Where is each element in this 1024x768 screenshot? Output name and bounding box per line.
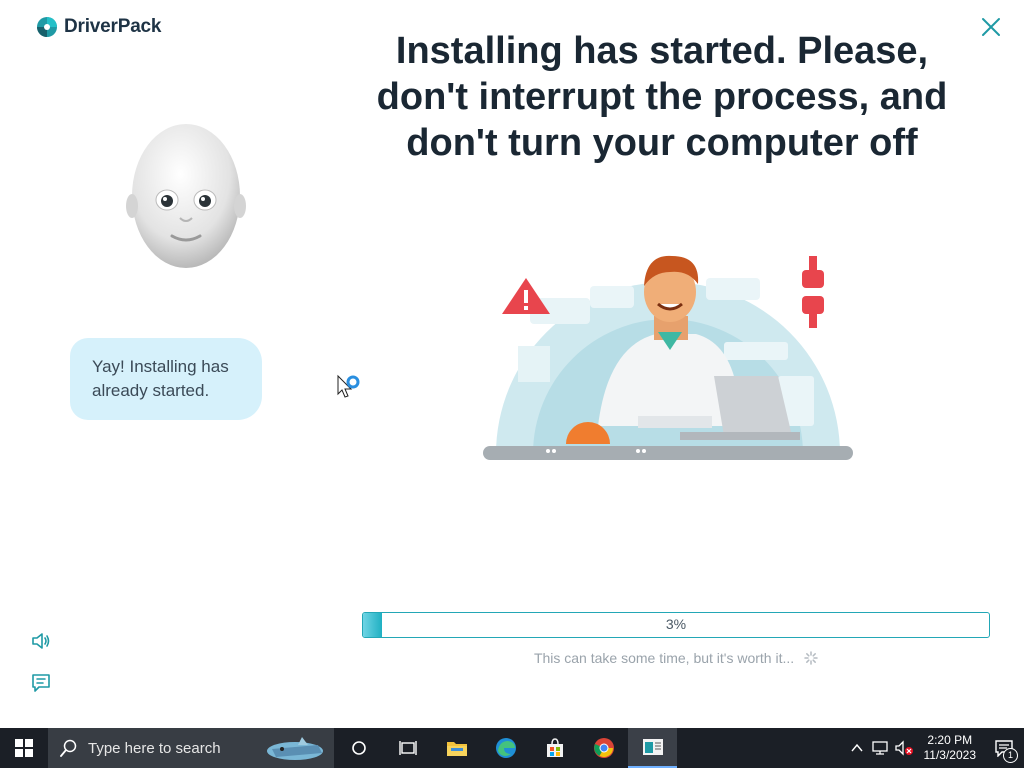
close-icon[interactable] (980, 16, 1002, 38)
cortana-button[interactable] (334, 728, 383, 768)
system-tray: 2:20 PM 11/3/2023 1 (846, 728, 1024, 768)
progress-hint: This can take some time, but it's worth … (362, 650, 990, 666)
busy-cursor-icon (337, 374, 360, 398)
install-progress-bar: 3% (362, 612, 990, 638)
chat-icon[interactable] (30, 672, 52, 694)
progress-label: 3% (665, 616, 687, 632)
notification-badge: 1 (1003, 748, 1018, 763)
store-button[interactable] (530, 728, 579, 768)
volume-muted-icon (894, 740, 913, 756)
taskbar-search-box[interactable]: Type here to search (48, 728, 334, 768)
driverpack-taskbar-button[interactable] (628, 728, 677, 768)
task-view-button[interactable] (383, 728, 432, 768)
assistant-message: Yay! Installing has already started. (70, 338, 262, 420)
edge-icon (495, 738, 516, 758)
chrome-button[interactable] (579, 728, 628, 768)
speaker-icon[interactable] (30, 630, 52, 652)
taskbar-clock[interactable]: 2:20 PM 11/3/2023 (916, 733, 985, 763)
driverpack-logo-icon (37, 17, 57, 37)
windows-taskbar: Type here to search 2:20 PM 11/3/2023 1 (0, 728, 1024, 768)
avatar (126, 124, 246, 268)
chevron-up-icon (850, 743, 863, 752)
store-icon (546, 738, 563, 757)
search-icon (60, 739, 77, 757)
clock-date: 11/3/2023 (923, 748, 977, 762)
progress-hint-text: This can take some time, but it's worth … (533, 650, 795, 666)
loading-spinner-icon (804, 651, 818, 665)
windows-logo-icon (15, 739, 33, 757)
driverpack-logo: DriverPack (36, 16, 161, 38)
start-button[interactable] (0, 728, 48, 768)
search-highlight-icon (267, 737, 323, 760)
volume-button[interactable] (892, 728, 916, 768)
file-explorer-icon (446, 742, 467, 756)
clock-time: 2:20 PM (927, 733, 973, 747)
edge-button[interactable] (481, 728, 530, 768)
assistant-message-text: Yay! Installing has already started. (92, 357, 229, 400)
page-title: Installing has started. Please, don't in… (376, 30, 948, 164)
brand-name: DriverPack (64, 16, 162, 37)
cortana-icon (351, 741, 366, 755)
task-view-icon (398, 741, 417, 755)
engineer-illustration (483, 255, 853, 460)
chrome-icon (593, 738, 614, 758)
file-explorer-button[interactable] (432, 728, 481, 768)
driverpack-taskbar-icon (642, 739, 663, 755)
network-button[interactable] (868, 728, 892, 768)
notification-center-button[interactable]: 1 (984, 728, 1024, 768)
network-icon (871, 741, 888, 755)
search-placeholder: Type here to search (88, 739, 221, 757)
show-hidden-icons-button[interactable] (846, 728, 868, 768)
